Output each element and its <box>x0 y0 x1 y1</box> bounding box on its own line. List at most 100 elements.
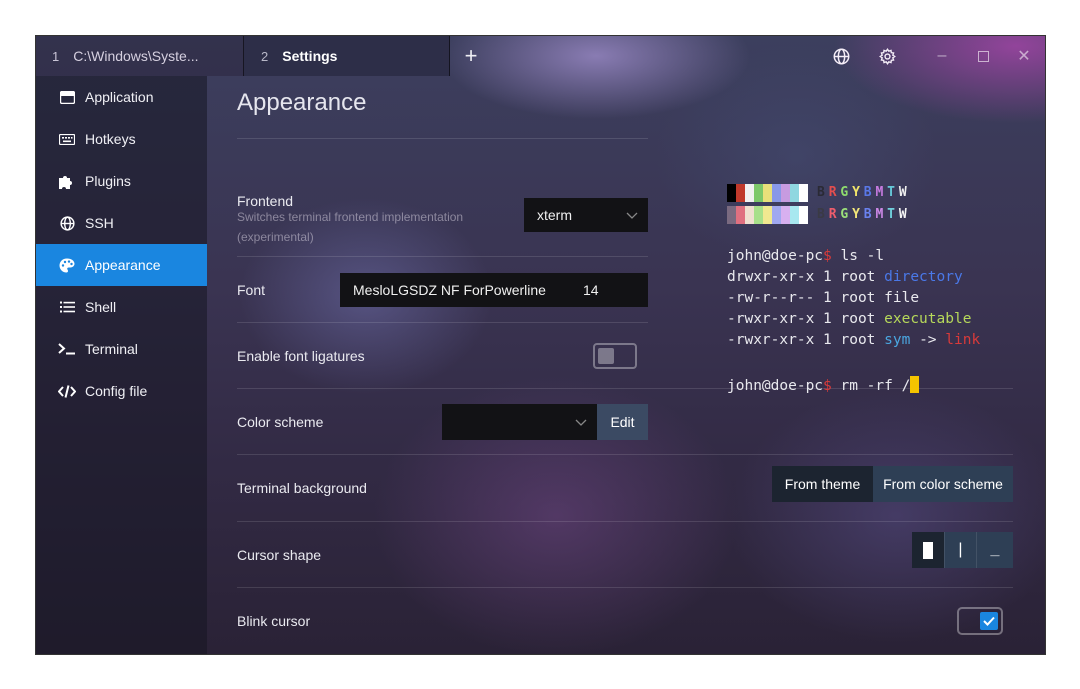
palette-letter: G <box>840 185 849 200</box>
globe-icon[interactable] <box>821 36 861 76</box>
chevron-down-icon <box>575 414 587 430</box>
color-swatch <box>781 206 790 224</box>
divider <box>237 322 648 323</box>
palette-letter: G <box>840 207 849 222</box>
palette-letter: R <box>828 207 837 222</box>
maximize-button[interactable] <box>963 36 1003 76</box>
listing-symlink: sym <box>884 332 911 348</box>
color-swatch <box>754 184 763 202</box>
sidebar-item-label: Hotkeys <box>85 131 136 147</box>
new-tab-button[interactable]: + <box>456 36 486 76</box>
divider <box>237 256 648 257</box>
prompt-symbol: $ <box>823 378 832 394</box>
palette-swatches-bright <box>727 206 808 224</box>
background-from-color-scheme-button[interactable]: From color scheme <box>873 466 1013 502</box>
font-family-input[interactable]: MesloLGSDZ NF ForPowerline <box>340 273 567 307</box>
sidebar-item-terminal[interactable]: Terminal <box>36 328 207 370</box>
underline-cursor-icon: _ <box>990 541 1000 558</box>
sidebar-item-label: Plugins <box>85 173 131 189</box>
sidebar-item-config-file[interactable]: Config file <box>36 370 207 412</box>
color-swatch <box>772 206 781 224</box>
divider <box>237 454 1013 455</box>
divider <box>237 521 1013 522</box>
sidebar-item-label: Application <box>85 89 154 105</box>
palette-letters-bright: BRGYBMTW <box>817 207 911 222</box>
color-swatch <box>754 206 763 224</box>
palette-letter: T <box>887 207 895 222</box>
palette-letter: B <box>863 207 872 222</box>
color-swatch <box>781 184 790 202</box>
palette-letter: M <box>875 207 884 222</box>
cursor-block-button[interactable] <box>912 532 944 568</box>
background-from-theme-button[interactable]: From theme <box>772 466 873 502</box>
sidebar-item-plugins[interactable]: Plugins <box>36 160 207 202</box>
cursor-underline-button[interactable]: _ <box>976 532 1013 568</box>
prompt-user: john@doe-pc <box>727 378 824 394</box>
tab-settings[interactable]: 2 Settings <box>244 36 450 76</box>
terminal-line: john@doe-pc$ ls -l <box>727 248 884 264</box>
listing-prefix: -rwxr-xr-x 1 root <box>727 332 885 348</box>
palette-letter: B <box>817 185 825 200</box>
close-button[interactable]: ✕ <box>1004 36 1044 76</box>
window-icon <box>58 89 76 105</box>
color-swatch <box>745 184 754 202</box>
tab-terminal[interactable]: 1 C:\Windows\Syste... <box>36 36 244 76</box>
palette-letter: R <box>828 185 837 200</box>
palette-letter: W <box>898 207 907 222</box>
prompt-symbol: $ <box>823 248 832 264</box>
color-swatch <box>799 184 808 202</box>
toggle-knob <box>598 348 614 364</box>
cursor-shape-label: Cursor shape <box>237 547 322 563</box>
color-swatch <box>772 184 781 202</box>
color-swatch <box>736 206 745 224</box>
tab-number: 2 <box>261 48 269 64</box>
color-swatch <box>727 206 736 224</box>
cursor-beam-button[interactable]: | <box>944 532 976 568</box>
blink-cursor-toggle[interactable] <box>957 607 1003 635</box>
color-swatch <box>799 206 808 224</box>
palette-letter: T <box>887 185 895 200</box>
tab-number: 1 <box>52 48 60 64</box>
terminal-icon <box>58 341 76 357</box>
prompt-command: rm -rf / <box>831 378 911 394</box>
listing-arrow: -> <box>910 332 946 348</box>
chevron-down-icon <box>626 207 638 223</box>
terminal-background-label: Terminal background <box>237 480 367 496</box>
terminal-line: -rwxr-xr-x 1 root executable <box>727 311 971 327</box>
page-title: Appearance <box>237 89 367 116</box>
sidebar-item-shell[interactable]: Shell <box>36 286 207 328</box>
sidebar-item-application[interactable]: Application <box>36 76 207 118</box>
color-swatch <box>736 184 745 202</box>
sidebar-item-ssh[interactable]: SSH <box>36 202 207 244</box>
ligatures-label: Enable font ligatures <box>237 348 365 364</box>
palette-letter: W <box>898 185 907 200</box>
sidebar-item-label: Config file <box>85 383 148 399</box>
font-family-value: MesloLGSDZ NF ForPowerline <box>353 282 546 298</box>
sidebar-item-label: SSH <box>85 215 114 231</box>
check-icon <box>980 612 998 630</box>
color-scheme-label: Color scheme <box>237 414 324 430</box>
font-size-value: 14 <box>583 282 599 298</box>
frontend-select[interactable]: xterm <box>524 198 648 232</box>
code-icon <box>58 383 76 399</box>
sidebar-item-label: Appearance <box>85 257 161 273</box>
minimize-button[interactable]: – <box>922 36 962 76</box>
terminal-line: drwxr-xr-x 1 root directory <box>727 269 963 285</box>
palette-letter: Y <box>852 207 860 222</box>
color-swatch <box>763 184 772 202</box>
color-scheme-select[interactable] <box>442 404 597 440</box>
sidebar-item-hotkeys[interactable]: Hotkeys <box>36 118 207 160</box>
palette-letter: B <box>863 185 872 200</box>
gear-icon[interactable] <box>867 36 907 76</box>
sidebar-item-appearance[interactable]: Appearance <box>36 244 207 286</box>
ligatures-toggle[interactable] <box>593 343 637 369</box>
puzzle-icon <box>58 173 76 189</box>
font-size-input[interactable]: 14 <box>567 273 648 307</box>
terminal-line: john@doe-pc$ rm -rf / <box>727 376 920 394</box>
listing-prefix: drwxr-xr-x 1 root <box>727 269 885 285</box>
palette-swatches-normal <box>727 184 808 202</box>
listing-link-target: link <box>945 332 981 348</box>
palette-letter: Y <box>852 185 860 200</box>
edit-color-scheme-button[interactable]: Edit <box>597 404 648 440</box>
settings-sidebar: Application Hotkeys Plugins SSH Appearan… <box>36 76 207 654</box>
